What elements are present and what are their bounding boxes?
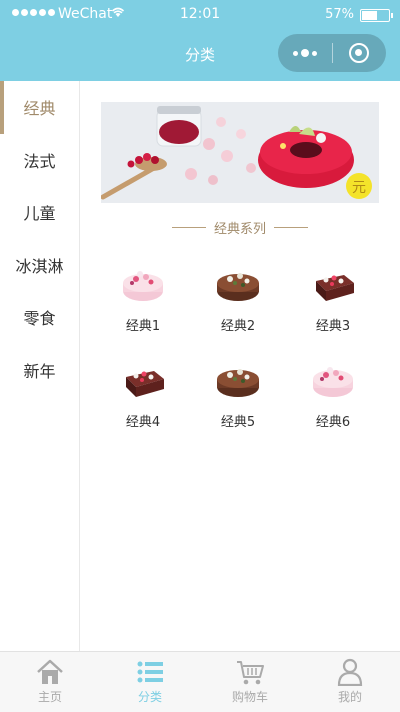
bottom-tab-bar: 主页 分类 购物车 我的 <box>0 651 400 712</box>
svg-text:元: 元 <box>352 179 366 195</box>
product-card[interactable]: 经典1 <box>98 261 188 351</box>
sidebar-item-snacks[interactable]: 零食 <box>0 291 79 344</box>
list-icon <box>137 661 163 683</box>
product-card[interactable]: 经典2 <box>193 261 283 351</box>
close-button[interactable] <box>333 43 387 63</box>
more-dots-icon <box>292 50 298 56</box>
promo-banner[interactable]: 元 <box>101 102 379 203</box>
sidebar-item-classic[interactable]: 经典 <box>0 81 79 134</box>
sidebar-item-kids[interactable]: 儿童 <box>0 186 79 239</box>
more-button[interactable] <box>278 49 332 57</box>
mini-program-capsule <box>278 34 386 72</box>
product-name: 经典3 <box>315 319 351 334</box>
heading-line-right <box>274 226 308 228</box>
tab-category[interactable]: 分类 <box>100 652 200 712</box>
battery-percent: 57% <box>325 7 354 22</box>
section-title-text: 经典系列 <box>213 221 266 237</box>
cart-icon <box>237 661 264 685</box>
user-icon <box>337 658 363 686</box>
section-heading: 经典系列 <box>80 217 400 237</box>
pink-cake-icon <box>313 367 353 397</box>
main-content: 元 经典系列 经典1 经典2 经典3 经典4 经典5 经典6 <box>80 81 400 651</box>
product-card[interactable]: 经典4 <box>98 357 188 447</box>
tab-label: 分类 <box>137 690 162 704</box>
brownie-cake-icon <box>126 371 164 397</box>
category-sidebar: 经典 法式 儿童 冰淇淋 零食 新年 <box>0 81 80 651</box>
sidebar-item-french[interactable]: 法式 <box>0 134 79 187</box>
sidebar-item-new-year[interactable]: 新年 <box>0 344 79 397</box>
home-icon <box>37 659 63 684</box>
chocolate-cake-icon <box>217 369 259 397</box>
product-name: 经典1 <box>125 319 161 334</box>
product-name: 经典4 <box>125 415 161 430</box>
tab-label: 购物车 <box>231 690 268 704</box>
product-card[interactable]: 经典6 <box>288 357 378 447</box>
top-bar: WeChat 12:01 57% 分类 <box>0 0 400 81</box>
product-card[interactable]: 经典5 <box>193 357 283 447</box>
heading-line-left <box>171 226 206 228</box>
tab-profile[interactable]: 我的 <box>300 652 400 712</box>
tab-home[interactable]: 主页 <box>0 652 100 712</box>
product-name: 经典2 <box>220 319 256 334</box>
tab-label: 我的 <box>337 690 362 704</box>
tab-cart[interactable]: 购物车 <box>200 652 300 712</box>
target-close-icon <box>349 43 370 63</box>
status-bar: WeChat 12:01 57% <box>0 0 400 32</box>
product-card[interactable]: 经典3 <box>288 261 378 351</box>
sidebar-item-ice-cream[interactable]: 冰淇淋 <box>0 239 79 292</box>
pink-cake-icon <box>123 271 163 301</box>
brownie-cake-icon <box>316 275 354 301</box>
product-name: 经典6 <box>315 415 351 430</box>
battery-icon <box>360 9 393 22</box>
banner-image: 元 <box>101 102 379 203</box>
product-name: 经典5 <box>220 415 256 430</box>
chocolate-cake-icon <box>217 273 259 301</box>
tab-label: 主页 <box>37 690 62 704</box>
